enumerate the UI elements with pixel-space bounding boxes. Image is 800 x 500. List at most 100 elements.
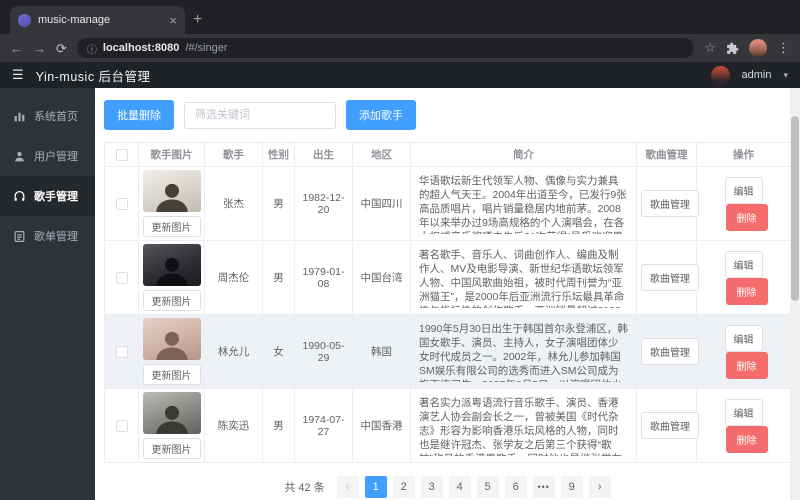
back-icon[interactable]: ← [10,42,23,55]
sidebar-item-label: 用户管理 [34,151,78,163]
col-header-intro: 简介 [410,142,637,167]
app-header: ☰ Yin-music 后台管理 admin ▾ [0,62,800,88]
prev-page-button[interactable]: ‹ [336,476,359,498]
row-checkbox[interactable] [115,197,128,210]
new-tab-button[interactable]: + [193,11,202,29]
singer-name: 周杰伦 [204,240,263,315]
next-page-button[interactable]: › [588,476,611,498]
browser-menu-icon[interactable]: ⋮ [777,40,790,56]
edit-button[interactable]: 编辑 [724,250,763,278]
singer-intro: 1990年5月30日出生于韩国首尔永登浦区，韩国女歌手、演员、主持人，女子演唱团… [419,322,628,382]
page-button-1[interactable]: 1 [364,476,387,498]
singer-photo [142,318,201,360]
song-manage-button[interactable]: 歌曲管理 [641,190,699,217]
singer-region: 中国香港 [352,388,411,463]
reload-icon[interactable]: ⟳ [56,42,67,55]
batch-delete-button[interactable]: 批量删除 [104,100,174,130]
browser-tab[interactable]: music-manage × [10,6,185,34]
user-avatar[interactable] [710,65,730,85]
bar-chart-icon [14,112,25,121]
scrollbar-thumb[interactable] [791,116,799,301]
site-favicon-icon [18,13,31,27]
extensions-puzzle-icon[interactable] [726,42,739,55]
sidebar-item-users[interactable]: 用户管理 [0,136,95,176]
bookmark-star-icon[interactable]: ☆ [704,40,716,56]
screen: music-manage × + ← → ⟳ ⓘ localhost:8080 … [0,0,800,500]
song-manage-button[interactable]: 歌曲管理 [641,264,699,291]
edit-button[interactable]: 编辑 [724,398,763,426]
pagination: 共 42 条 ‹ 1 2 3 4 5 6 ••• 9 › [104,476,791,498]
song-manage-button[interactable]: 歌曲管理 [641,338,699,365]
sidebar-item-home[interactable]: 系统首页 [0,96,95,136]
browser-profile-avatar[interactable] [749,39,767,57]
singer-gender: 男 [262,166,295,241]
sidebar-item-playlists[interactable]: 歌单管理 [0,216,95,256]
document-icon [14,230,25,242]
page-button-6[interactable]: 6 [504,476,527,498]
user-icon [15,151,24,161]
row-checkbox[interactable] [115,271,128,284]
content-toolbar: 批量删除 添加歌手 [104,100,791,130]
hamburger-menu-icon[interactable]: ☰ [12,67,24,83]
singer-photo [142,170,201,212]
browser-tabstrip: music-manage × + [0,0,800,34]
chevron-down-icon[interactable]: ▾ [783,70,788,81]
page-button-3[interactable]: 3 [420,476,443,498]
table-row: 更新图片 周杰伦 男 1979-01-08 中国台湾 著名歌手、音乐人、词曲创作… [104,240,791,315]
singer-name: 张杰 [204,166,263,241]
search-input[interactable] [184,101,336,129]
total-count: 共 42 条 [284,482,325,494]
col-header-songs: 歌曲管理 [636,142,697,167]
singer-intro: 著名实力派粤语流行音乐歌手、演员、香港演艺人协会副会长之一，曾被美国《时代杂志》… [419,396,622,456]
forward-icon[interactable]: → [33,42,46,55]
table-row: 更新图片 林允儿 女 1990-05-29 韩国 1990年5月30日出生于韩国… [104,314,791,389]
address-bar[interactable]: ⓘ localhost:8080 /#/singer [76,38,695,58]
singer-gender: 女 [262,314,295,389]
singer-name: 陈奕迅 [204,388,263,463]
username[interactable]: admin [742,69,772,81]
page-info-icon[interactable]: ⓘ [87,41,97,56]
url-path: /#/singer [185,42,228,54]
add-singer-button[interactable]: 添加歌手 [346,100,416,130]
singer-gender: 男 [262,240,295,315]
delete-button[interactable]: 删除 [725,203,768,231]
table-row: 更新图片 陈奕迅 男 1974-07-27 中国香港 著名实力派粤语流行音乐歌手… [104,388,791,463]
edit-button[interactable]: 编辑 [724,176,763,204]
row-checkbox[interactable] [115,419,128,432]
singer-birth: 1982-12-20 [294,166,353,241]
delete-button[interactable]: 删除 [725,425,768,453]
main-layout: 系统首页 用户管理 歌手管理 歌单管理 批量删除 添加歌手 [0,88,800,500]
update-image-button[interactable]: 更新图片 [142,290,201,311]
delete-button[interactable]: 删除 [725,351,768,379]
select-all-checkbox[interactable] [115,148,128,161]
update-image-button[interactable]: 更新图片 [142,216,201,237]
edit-button[interactable]: 编辑 [724,324,763,352]
page-button-9[interactable]: 9 [560,476,583,498]
col-header-birth: 出生 [294,142,353,167]
update-image-button[interactable]: 更新图片 [142,438,201,459]
browser-toolbar: ← → ⟳ ⓘ localhost:8080 /#/singer ☆ ⋮ [0,34,800,62]
page-button-5[interactable]: 5 [476,476,499,498]
delete-button[interactable]: 删除 [725,277,768,305]
row-checkbox[interactable] [115,345,128,358]
song-manage-button[interactable]: 歌曲管理 [641,412,699,439]
singer-region: 中国四川 [352,166,411,241]
col-header-gender: 性别 [262,142,295,167]
col-header-photo: 歌手图片 [138,142,205,167]
singer-table: 歌手图片 歌手 性别 出生 地区 简介 歌曲管理 操作 更新图片 张杰 男 19… [104,142,791,463]
page-scrollbar[interactable] [790,88,800,500]
sidebar-item-singers[interactable]: 歌手管理 [0,176,95,216]
col-header-region: 地区 [352,142,411,167]
more-pages-icon[interactable]: ••• [532,476,555,498]
update-image-button[interactable]: 更新图片 [142,364,201,385]
page-button-4[interactable]: 4 [448,476,471,498]
col-header-actions: 操作 [696,142,791,167]
singer-region: 中国台湾 [352,240,411,315]
singer-name: 林允儿 [204,314,263,389]
singer-gender: 男 [262,388,295,463]
singer-photo [142,244,201,286]
page-button-2[interactable]: 2 [392,476,415,498]
tab-close-icon[interactable]: × [169,14,177,27]
singer-intro: 华语歌坛新生代领军人物、偶像与实力兼具的超人气天王。2004年出道至今，已发行9… [419,174,627,234]
table-row: 更新图片 张杰 男 1982-12-20 中国四川 华语歌坛新生代领军人物、偶像… [104,166,791,241]
